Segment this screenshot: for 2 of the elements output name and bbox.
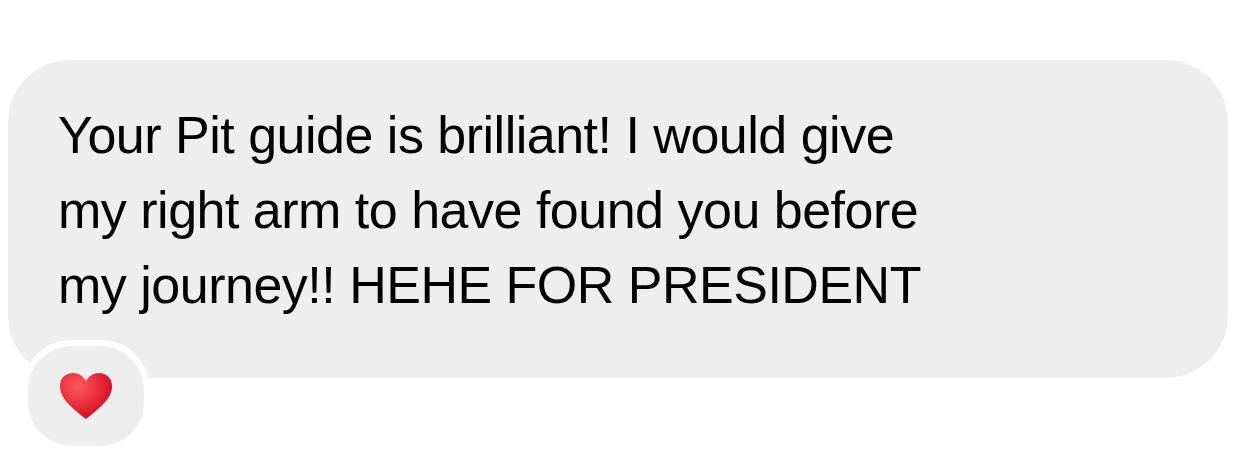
heart-icon (58, 371, 114, 421)
message-text: Your Pit guide is brilliant! I would give my right arm to have found you before my journey!! HEHE FOR PRESIDENT (58, 105, 922, 316)
